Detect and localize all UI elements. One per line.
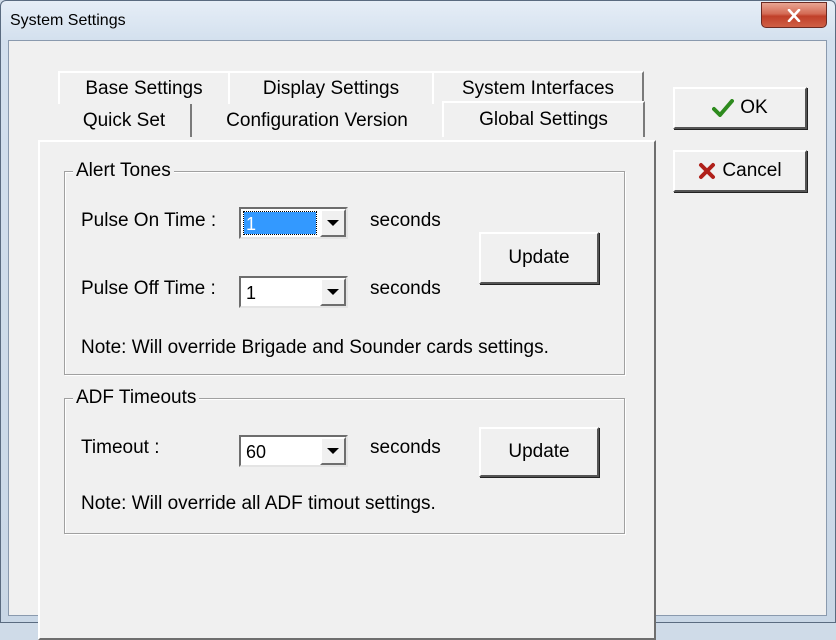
- tab-label: Quick Set: [82, 109, 166, 131]
- system-settings-window: System Settings Base Settings Display Se…: [0, 0, 836, 640]
- pulse-on-time-value: 1: [243, 211, 317, 235]
- chevron-down-icon: [327, 289, 339, 295]
- chevron-down-icon: [327, 448, 339, 454]
- alert-tones-note: Note: Will override Brigade and Sounder …: [81, 337, 549, 358]
- tab-configuration-version[interactable]: Configuration Version: [192, 104, 444, 137]
- update-button-label: Update: [508, 441, 570, 462]
- checkmark-icon: [712, 99, 735, 117]
- alert-tones-update-button[interactable]: Update: [479, 232, 599, 284]
- cancel-button-label: Cancel: [722, 160, 782, 181]
- tab-quick-set[interactable]: Quick Set: [58, 104, 192, 137]
- adf-timeouts-note: Note: Will override all ADF timout setti…: [81, 493, 436, 514]
- pulse-on-time-combo[interactable]: 1: [239, 207, 348, 239]
- global-settings-panel: Alert Tones Pulse On Time : 1 seconds Up…: [38, 140, 656, 640]
- tab-label: Global Settings: [479, 109, 608, 130]
- title-bar[interactable]: System Settings: [1, 1, 835, 39]
- alert-tones-group: Alert Tones Pulse On Time : 1 seconds Up…: [64, 160, 625, 375]
- pulse-off-time-combo[interactable]: 1: [239, 276, 348, 308]
- adf-timeouts-group: ADF Timeouts Timeout : 60 seconds Update…: [64, 387, 625, 534]
- alert-tones-title: Alert Tones: [73, 160, 174, 182]
- pulse-off-time-label: Pulse Off Time :: [81, 278, 216, 299]
- chevron-down-icon: [327, 220, 339, 226]
- update-button-label: Update: [508, 247, 570, 268]
- timeout-label: Timeout :: [81, 437, 160, 458]
- window-title: System Settings: [10, 12, 126, 29]
- pulse-on-seconds-label: seconds: [370, 210, 441, 231]
- tab-label: Base Settings: [85, 77, 203, 99]
- tab-base-settings[interactable]: Base Settings: [58, 71, 230, 104]
- dialog-client-area: Base Settings Display Settings System In…: [8, 40, 827, 640]
- tab-label: Display Settings: [262, 77, 400, 99]
- pulse-on-dropdown-button[interactable]: [320, 209, 346, 237]
- cross-icon: [698, 162, 716, 180]
- close-icon: [787, 8, 801, 22]
- timeout-seconds-label: seconds: [370, 437, 441, 458]
- tab-label: Configuration Version: [226, 109, 408, 131]
- timeout-dropdown-button[interactable]: [320, 437, 346, 465]
- pulse-off-time-value: 1: [246, 283, 257, 303]
- close-button[interactable]: [761, 2, 827, 28]
- tab-label: System Interfaces: [461, 77, 615, 99]
- cancel-button[interactable]: Cancel: [673, 150, 807, 192]
- tab-global-settings[interactable]: Global Settings: [442, 101, 645, 137]
- tab-display-settings[interactable]: Display Settings: [228, 71, 434, 104]
- ok-button-label: OK: [740, 97, 768, 118]
- adf-timeouts-update-button[interactable]: Update: [479, 427, 599, 477]
- tab-system-interfaces[interactable]: System Interfaces: [432, 71, 644, 104]
- pulse-off-seconds-label: seconds: [370, 278, 441, 299]
- ok-button[interactable]: OK: [673, 87, 807, 129]
- pulse-off-dropdown-button[interactable]: [320, 278, 346, 306]
- pulse-on-time-label: Pulse On Time :: [81, 210, 217, 231]
- timeout-value: 60: [246, 442, 267, 462]
- adf-timeouts-title: ADF Timeouts: [73, 387, 200, 409]
- timeout-combo[interactable]: 60: [239, 435, 348, 467]
